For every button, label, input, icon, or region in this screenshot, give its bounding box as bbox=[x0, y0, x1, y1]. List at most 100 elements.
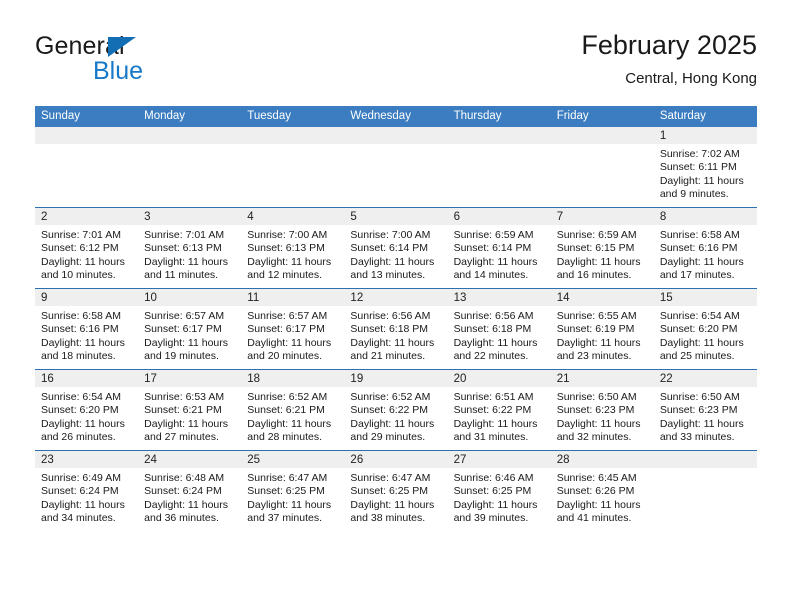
logo-text-blue: Blue bbox=[93, 57, 144, 85]
day-number: 16 bbox=[35, 370, 139, 387]
weekday-header-row: Sunday Monday Tuesday Wednesday Thursday… bbox=[35, 106, 757, 127]
day-number: 8 bbox=[653, 208, 757, 225]
day-number: 26 bbox=[344, 451, 448, 468]
sunset-text: Sunset: 6:23 PM bbox=[556, 404, 635, 417]
day-number: 4 bbox=[241, 208, 345, 225]
sunrise-text: Sunrise: 6:59 AM bbox=[556, 229, 637, 241]
daylight-text: Daylight: 11 hours and 25 minutes. bbox=[659, 336, 744, 363]
day-number bbox=[447, 127, 551, 144]
weekday-header-monday: Monday bbox=[138, 106, 242, 127]
daylight-text: Daylight: 11 hours and 17 minutes. bbox=[659, 255, 744, 282]
day-cell[interactable]: 25 Sunrise: 6:47 AM Sunset: 6:25 PM Dayligh… bbox=[241, 450, 345, 531]
day-cell[interactable]: 24 Sunrise: 6:48 AM Sunset: 6:24 PM Dayligh… bbox=[138, 450, 242, 531]
general-blue-logo[interactable]: General Blue bbox=[35, 32, 235, 88]
sunset-text: Sunset: 6:24 PM bbox=[144, 485, 222, 498]
weekday-header-friday: Friday bbox=[550, 106, 654, 127]
sunrise-text: Sunrise: 6:51 AM bbox=[453, 391, 534, 403]
day-cell[interactable]: 12 Sunrise: 6:56 AM Sunset: 6:18 PM Dayligh… bbox=[344, 288, 448, 370]
day-cell[interactable]: 21 Sunrise: 6:50 AM Sunset: 6:23 PM Dayligh… bbox=[550, 369, 654, 451]
daylight-text: Daylight: 11 hours and 18 minutes. bbox=[41, 336, 125, 363]
sunrise-text: Sunrise: 6:56 AM bbox=[453, 310, 534, 322]
daylight-text: Daylight: 11 hours and 23 minutes. bbox=[556, 336, 641, 363]
day-cell[interactable] bbox=[344, 127, 448, 208]
week-row: 1 Sunrise: 7:02 AM Sunset: 6:11 PM Daylight… bbox=[35, 127, 757, 208]
day-cell[interactable]: 14 Sunrise: 6:55 AM Sunset: 6:19 PM Dayligh… bbox=[550, 288, 654, 370]
day-number: 28 bbox=[550, 451, 654, 468]
day-cell[interactable] bbox=[35, 127, 139, 208]
sunrise-text: Sunrise: 6:58 AM bbox=[659, 229, 740, 241]
day-cell[interactable]: 6 Sunrise: 6:59 AM Sunset: 6:14 PM Daylight… bbox=[447, 207, 551, 289]
sunrise-text: Sunrise: 6:52 AM bbox=[350, 391, 431, 403]
day-cell[interactable]: 5 Sunrise: 7:00 AM Sunset: 6:14 PM Daylight… bbox=[344, 207, 448, 289]
day-number: 14 bbox=[550, 289, 654, 306]
daylight-text: Daylight: 11 hours and 9 minutes. bbox=[659, 174, 744, 201]
day-cell[interactable]: 4 Sunrise: 7:00 AM Sunset: 6:13 PM Daylight… bbox=[241, 207, 345, 289]
day-cell[interactable]: 17 Sunrise: 6:53 AM Sunset: 6:21 PM Dayligh… bbox=[138, 369, 242, 451]
daylight-text: Daylight: 11 hours and 22 minutes. bbox=[453, 336, 538, 363]
sunrise-text: Sunrise: 6:47 AM bbox=[247, 472, 328, 484]
day-cell[interactable]: 19 Sunrise: 6:52 AM Sunset: 6:22 PM Dayligh… bbox=[344, 369, 448, 451]
sunrise-text: Sunrise: 6:56 AM bbox=[350, 310, 431, 322]
day-cell[interactable] bbox=[550, 127, 654, 208]
sunset-text: Sunset: 6:17 PM bbox=[144, 323, 222, 336]
weekday-header-sunday: Sunday bbox=[35, 106, 139, 127]
sunset-text: Sunset: 6:21 PM bbox=[144, 404, 222, 417]
daylight-text: Daylight: 11 hours and 20 minutes. bbox=[247, 336, 332, 363]
sunrise-text: Sunrise: 7:00 AM bbox=[247, 229, 328, 241]
day-cell[interactable]: 10 Sunrise: 6:57 AM Sunset: 6:17 PM Dayligh… bbox=[138, 288, 242, 370]
calendar-body: 1 Sunrise: 7:02 AM Sunset: 6:11 PM Daylight… bbox=[35, 127, 757, 531]
day-cell[interactable]: 11 Sunrise: 6:57 AM Sunset: 6:17 PM Dayligh… bbox=[241, 288, 345, 370]
day-cell[interactable]: 8 Sunrise: 6:58 AM Sunset: 6:16 PM Daylight… bbox=[653, 207, 757, 289]
day-cell[interactable]: 27 Sunrise: 6:46 AM Sunset: 6:25 PM Dayligh… bbox=[447, 450, 551, 531]
day-number: 1 bbox=[653, 127, 757, 144]
day-cell[interactable]: 2 Sunrise: 7:01 AM Sunset: 6:12 PM Daylight… bbox=[35, 207, 139, 289]
day-cell[interactable]: 18 Sunrise: 6:52 AM Sunset: 6:21 PM Dayligh… bbox=[241, 369, 345, 451]
day-cell[interactable] bbox=[447, 127, 551, 208]
sunset-text: Sunset: 6:20 PM bbox=[659, 323, 738, 336]
day-cell[interactable]: 20 Sunrise: 6:51 AM Sunset: 6:22 PM Dayligh… bbox=[447, 369, 551, 451]
daylight-text: Daylight: 11 hours and 28 minutes. bbox=[247, 417, 332, 444]
day-number: 9 bbox=[35, 289, 139, 306]
sunrise-text: Sunrise: 6:49 AM bbox=[41, 472, 121, 484]
daylight-text: Daylight: 11 hours and 11 minutes. bbox=[144, 255, 228, 282]
sunrise-text: Sunrise: 6:57 AM bbox=[247, 310, 328, 322]
day-number: 15 bbox=[653, 289, 757, 306]
day-cell[interactable]: 16 Sunrise: 6:54 AM Sunset: 6:20 PM Dayligh… bbox=[35, 369, 139, 451]
daylight-text: Daylight: 11 hours and 16 minutes. bbox=[556, 255, 641, 282]
day-number bbox=[653, 451, 757, 468]
week-row: 23 Sunrise: 6:49 AM Sunset: 6:24 PM Dayligh… bbox=[35, 450, 757, 531]
daylight-text: Daylight: 11 hours and 38 minutes. bbox=[350, 498, 435, 525]
sunset-text: Sunset: 6:19 PM bbox=[556, 323, 635, 336]
calendar-page: General Blue February 2025 Central, Hong… bbox=[0, 0, 792, 612]
day-cell[interactable]: 22 Sunrise: 6:50 AM Sunset: 6:23 PM Dayligh… bbox=[653, 369, 757, 451]
day-cell[interactable]: 3 Sunrise: 7:01 AM Sunset: 6:13 PM Daylight… bbox=[138, 207, 242, 289]
day-number: 21 bbox=[550, 370, 654, 387]
day-cell[interactable]: 13 Sunrise: 6:56 AM Sunset: 6:18 PM Dayligh… bbox=[447, 288, 551, 370]
daylight-text: Daylight: 11 hours and 26 minutes. bbox=[41, 417, 125, 444]
sunrise-text: Sunrise: 6:48 AM bbox=[144, 472, 225, 484]
day-cell[interactable]: 26 Sunrise: 6:47 AM Sunset: 6:25 PM Dayligh… bbox=[344, 450, 448, 531]
day-cell[interactable]: 9 Sunrise: 6:58 AM Sunset: 6:16 PM Daylight… bbox=[35, 288, 139, 370]
day-number: 10 bbox=[138, 289, 242, 306]
day-cell[interactable]: 7 Sunrise: 6:59 AM Sunset: 6:15 PM Daylight… bbox=[550, 207, 654, 289]
day-cell[interactable] bbox=[138, 127, 242, 208]
sunset-text: Sunset: 6:20 PM bbox=[41, 404, 119, 417]
sunset-text: Sunset: 6:21 PM bbox=[247, 404, 325, 417]
day-cell[interactable]: 23 Sunrise: 6:49 AM Sunset: 6:24 PM Dayligh… bbox=[35, 450, 139, 531]
sunset-text: Sunset: 6:13 PM bbox=[144, 242, 222, 255]
day-cell[interactable] bbox=[241, 127, 345, 208]
daylight-text: Daylight: 11 hours and 32 minutes. bbox=[556, 417, 641, 444]
daylight-text: Daylight: 11 hours and 14 minutes. bbox=[453, 255, 538, 282]
sunrise-text: Sunrise: 6:53 AM bbox=[144, 391, 225, 403]
daylight-text: Daylight: 11 hours and 13 minutes. bbox=[350, 255, 435, 282]
sunset-text: Sunset: 6:18 PM bbox=[350, 323, 429, 336]
sunset-text: Sunset: 6:11 PM bbox=[659, 161, 737, 174]
day-cell[interactable] bbox=[653, 450, 757, 531]
sunrise-text: Sunrise: 6:59 AM bbox=[453, 229, 534, 241]
day-cell[interactable]: 15 Sunrise: 6:54 AM Sunset: 6:20 PM Dayligh… bbox=[653, 288, 757, 370]
sunrise-text: Sunrise: 7:01 AM bbox=[41, 229, 121, 241]
day-number bbox=[344, 127, 448, 144]
day-cell[interactable]: 1 Sunrise: 7:02 AM Sunset: 6:11 PM Daylight… bbox=[653, 127, 757, 208]
day-cell[interactable]: 28 Sunrise: 6:45 AM Sunset: 6:26 PM Dayligh… bbox=[550, 450, 654, 531]
daylight-text: Daylight: 11 hours and 19 minutes. bbox=[144, 336, 228, 363]
